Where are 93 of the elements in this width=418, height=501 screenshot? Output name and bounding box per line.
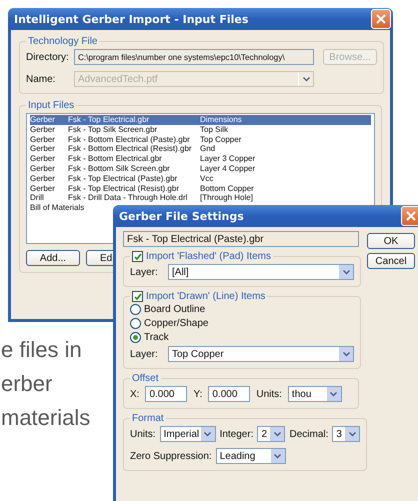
field-label: Name: xyxy=(26,74,56,84)
window-title: Intelligent Gerber Import - Input Files xyxy=(14,12,248,26)
field-label: Units: xyxy=(130,428,156,440)
dialog-button[interactable]: Cancel xyxy=(367,253,415,269)
field-label: Integer: xyxy=(220,428,254,440)
file-name-field[interactable]: Fsk - Top Electrical (Paste).gbr xyxy=(123,231,359,247)
caret-icon xyxy=(330,392,338,396)
list-cell: Dimensions xyxy=(200,115,242,125)
checkbox[interactable] xyxy=(132,291,143,302)
units-dropdown[interactable]: thou xyxy=(288,386,342,402)
list-cell: Top Silk xyxy=(200,124,228,135)
dialog-button[interactable]: OK xyxy=(367,233,415,249)
list-cell-text: Gerber xyxy=(30,144,56,154)
list-button[interactable]: Add... xyxy=(26,250,80,266)
list-row[interactable]: Gerber Fsk - Top Electrical (Resist).gbr Bottom Copper xyxy=(30,184,371,194)
radio-label: Board Outline xyxy=(144,304,206,315)
field-label: Layer: xyxy=(130,348,159,360)
caret-icon xyxy=(274,432,281,436)
list-cell: Gnd xyxy=(200,144,216,154)
field-label: Layer: xyxy=(130,266,159,278)
checkbox-label: Import 'Drawn' (Line) Items xyxy=(146,291,266,302)
list-cell-text: Gerber xyxy=(30,184,56,194)
field-label: Zero Suppression: xyxy=(130,450,212,462)
list-row[interactable]: Gerber Fsk - Bottom Electrical.gbr Layer 3 Copper xyxy=(30,154,371,164)
list-cell: [Through Hole] xyxy=(200,193,253,204)
list-cell-text: Fsk - Drill Data - Through Hole.drl xyxy=(68,193,188,204)
radio-button[interactable] xyxy=(130,332,141,343)
integer-dropdown[interactable]: 2 xyxy=(257,426,286,442)
list-cell-text: Fsk - Top Electrical (Resist).gbr xyxy=(68,184,180,194)
close-button[interactable] xyxy=(371,9,391,29)
list-cell: Vcc xyxy=(200,174,214,184)
close-icon xyxy=(406,211,416,221)
list-cell-text: Gerber xyxy=(30,134,56,144)
page-text: materials xyxy=(1,405,90,431)
directory-field[interactable]: C:\program files\number one systems\epc10\Technology\ xyxy=(74,49,314,65)
caret-icon xyxy=(342,270,350,274)
radio-button[interactable] xyxy=(130,318,141,329)
radio-label: Copper/Shape xyxy=(144,318,208,329)
checkbox-label: Import 'Flashed' (Pad) Items xyxy=(146,251,271,262)
list-row[interactable]: Gerber Fsk - Bottom Silk Screen.gbr Layer 4 Copper xyxy=(30,164,371,174)
group-title: Format xyxy=(131,413,165,424)
page-text: e files in xyxy=(1,337,83,363)
radio-label: Track xyxy=(144,332,169,343)
caret-icon xyxy=(342,352,350,356)
layer-dropdown[interactable]: Top Copper xyxy=(168,346,354,362)
field-label: Units: xyxy=(256,388,282,400)
group-title: Technology File xyxy=(27,36,98,47)
list-cell-text: Gerber xyxy=(30,164,56,174)
x-offset-field[interactable]: 0.000 xyxy=(145,386,188,402)
list-row[interactable]: Gerber Fsk - Bottom Electrical (Resist).gbr Gnd xyxy=(30,144,371,154)
list-cell-text: Fsk - Bottom Silk Screen.gbr xyxy=(68,164,171,174)
group-title: Offset xyxy=(131,373,160,384)
field-label: Decimal: xyxy=(289,428,328,440)
list-cell-text: Fsk - Top Electrical (Paste).gbr xyxy=(68,174,178,184)
caret-icon xyxy=(274,454,282,458)
field-label: Y: xyxy=(193,388,202,400)
list-cell: Bottom Copper xyxy=(200,184,254,194)
page-text: erber xyxy=(1,371,54,397)
field-label: X: xyxy=(130,388,140,400)
list-cell-text: Gerber xyxy=(30,124,56,135)
list-cell-text: Fsk - Top Electrical.gbr xyxy=(68,115,150,125)
list-cell: Top Copper xyxy=(200,134,242,144)
list-cell-text: Fsk - Bottom Electrical (Paste).gbr xyxy=(68,134,191,144)
y-offset-field[interactable]: 0.000 xyxy=(208,386,250,402)
close-button[interactable] xyxy=(401,206,418,226)
radio-button[interactable] xyxy=(130,304,141,315)
caret-icon xyxy=(204,432,212,436)
list-row[interactable]: Gerber Fsk - Top Electrical (Paste).gbr Vcc xyxy=(30,174,371,184)
close-icon xyxy=(376,14,386,24)
field-label: Directory: xyxy=(26,52,68,62)
list-row[interactable]: Drill Fsk - Drill Data - Through Hole.drl [Through Hole] xyxy=(30,193,371,204)
list-cell-text: Gerber xyxy=(30,115,56,125)
list-cell: Layer 3 Copper xyxy=(200,154,256,164)
list-cell-text: Drill xyxy=(30,193,45,204)
list-cell-text: Gerber xyxy=(30,174,56,184)
list-row[interactable]: Gerber Fsk - Bottom Electrical (Paste).gbr Top Copper xyxy=(30,134,371,144)
caret-icon xyxy=(348,432,356,436)
list-cell-text: Gerber xyxy=(30,154,56,164)
list-cell: Layer 4 Copper xyxy=(200,164,256,174)
zero-suppression-dropdown[interactable]: Leading xyxy=(216,448,286,464)
checkbox[interactable] xyxy=(132,251,143,262)
list-cell-text: Fsk - Top Silk Screen.gbr xyxy=(68,124,158,135)
list-cell: Bill of Materials xyxy=(30,203,84,213)
decimal-dropdown[interactable]: 3 xyxy=(332,426,360,442)
list-cell-text: Fsk - Bottom Electrical.gbr xyxy=(68,154,163,164)
window-title: Gerber File Settings xyxy=(119,210,244,222)
caret-icon xyxy=(302,76,310,82)
list-row[interactable]: Gerber Fsk - Top Electrical.gbr Dimensions xyxy=(30,115,371,125)
units-dropdown[interactable]: Imperial xyxy=(160,426,216,442)
list-cell-text: Fsk - Bottom Electrical (Resist).gbr xyxy=(68,144,193,154)
group-title: Input Files xyxy=(27,100,76,111)
layer-dropdown[interactable]: [All] xyxy=(168,264,354,280)
list-row[interactable]: Gerber Fsk - Top Silk Screen.gbr Top Silk xyxy=(30,124,371,135)
